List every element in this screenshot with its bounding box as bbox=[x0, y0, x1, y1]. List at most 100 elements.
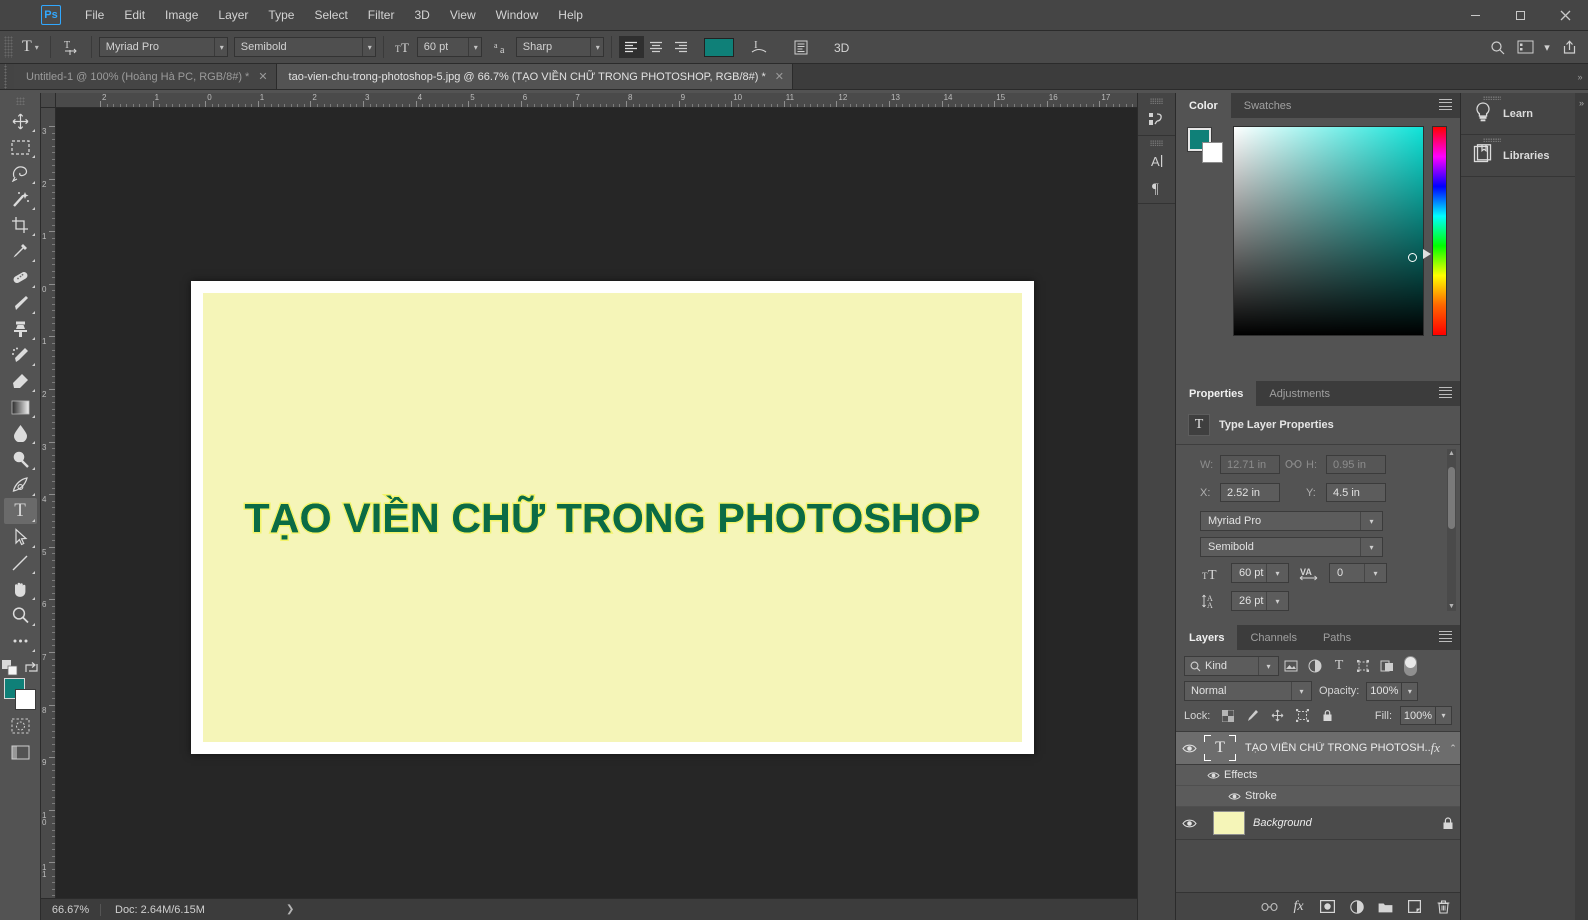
ruler-corner[interactable] bbox=[41, 93, 56, 108]
x-input[interactable]: 2.52 in bbox=[1220, 483, 1280, 502]
layers-list[interactable]: T TẠO VIỀN CHỮ TRONG PHOTOSH... fx ⌃ Eff… bbox=[1176, 732, 1460, 892]
filter-smart-object-icon[interactable] bbox=[1375, 656, 1399, 676]
menu-layer[interactable]: Layer bbox=[208, 3, 258, 27]
horizontal-type-tool[interactable]: T bbox=[3, 498, 37, 524]
foreground-background-colors[interactable] bbox=[4, 678, 36, 710]
scrollbar-thumb[interactable] bbox=[1448, 467, 1455, 529]
history-brush-tool[interactable] bbox=[4, 342, 37, 368]
spot-healing-brush-tool[interactable] bbox=[4, 264, 37, 290]
tab-overflow-icon[interactable]: » bbox=[1572, 64, 1588, 89]
lock-all-icon[interactable] bbox=[1318, 707, 1337, 725]
link-icon[interactable] bbox=[1280, 458, 1306, 472]
filter-type-icon[interactable]: T bbox=[1327, 656, 1351, 676]
dock-grip[interactable] bbox=[1483, 96, 1501, 100]
layer-filter-kind-combo[interactable]: Kind ▾ bbox=[1184, 656, 1279, 676]
menu-filter[interactable]: Filter bbox=[358, 3, 405, 27]
swap-colors-icon[interactable] bbox=[24, 661, 39, 675]
delete-layer-icon[interactable] bbox=[1435, 898, 1452, 916]
filter-adjustment-icon[interactable] bbox=[1303, 656, 1327, 676]
document-tab-tao-vien-chu[interactable]: tao-vien-chu-trong-photoshop-5.jpg @ 66.… bbox=[276, 64, 794, 89]
layer-stroke-row[interactable]: Stroke bbox=[1176, 786, 1460, 807]
zoom-tool[interactable] bbox=[4, 602, 37, 628]
document-tab-untitled-1[interactable]: Untitled-1 @ 100% (Hoàng Hà PC, RGB/8#) … bbox=[14, 64, 277, 89]
zoom-level[interactable]: 66.67% bbox=[41, 903, 101, 916]
active-tool-preset[interactable]: T ▾ bbox=[18, 36, 43, 58]
vertical-ruler[interactable]: 32101234567891011121 bbox=[41, 108, 56, 898]
clone-stamp-tool[interactable] bbox=[4, 316, 37, 342]
document-window[interactable]: TẠO VIỀN CHỮ TRONG PHOTOSHOP TẠO VIỀN CH… bbox=[191, 281, 1034, 754]
new-fill-adjustment-icon[interactable] bbox=[1348, 898, 1365, 916]
text-color-swatch[interactable] bbox=[703, 37, 734, 57]
blur-tool[interactable] bbox=[4, 420, 37, 446]
properties-leading-combo[interactable]: 26 pt ▾ bbox=[1231, 591, 1289, 611]
screen-mode-button[interactable] bbox=[9, 742, 31, 762]
color-picker-field[interactable] bbox=[1233, 126, 1424, 336]
dock-item-learn[interactable]: Learn bbox=[1461, 93, 1575, 135]
chevron-down-icon[interactable]: ▾ bbox=[1436, 706, 1452, 725]
properties-font-family-combo[interactable]: Myriad Pro ▾ bbox=[1200, 511, 1383, 531]
filter-pixel-icon[interactable] bbox=[1279, 656, 1303, 676]
layer-thumbnail[interactable] bbox=[1213, 811, 1245, 835]
lock-icon[interactable] bbox=[1436, 816, 1460, 830]
properties-font-size-combo[interactable]: 60 pt ▾ bbox=[1231, 563, 1289, 583]
dock-item-libraries[interactable]: Libraries bbox=[1461, 135, 1575, 177]
height-input[interactable]: 0.95 in bbox=[1326, 455, 1386, 474]
scroll-up-icon[interactable]: ▲ bbox=[1447, 449, 1456, 458]
add-layer-style-icon[interactable]: fx bbox=[1290, 898, 1307, 916]
lasso-tool[interactable] bbox=[4, 160, 37, 186]
lock-transparent-icon[interactable] bbox=[1218, 707, 1237, 725]
menu-edit[interactable]: Edit bbox=[114, 3, 155, 27]
panel-menu-icon[interactable] bbox=[1439, 631, 1452, 642]
status-expand-icon[interactable]: ❯ bbox=[286, 904, 294, 915]
move-tool[interactable] bbox=[4, 108, 37, 134]
dodge-tool[interactable] bbox=[4, 446, 37, 472]
tab-adjustments[interactable]: Adjustments bbox=[1256, 381, 1343, 406]
tab-properties[interactable]: Properties bbox=[1176, 381, 1257, 406]
chevron-down-icon[interactable]: ▾ bbox=[1540, 35, 1554, 59]
toolbox-grip[interactable] bbox=[15, 97, 25, 105]
scroll-down-icon[interactable]: ▼ bbox=[1447, 602, 1456, 611]
hue-slider-marker[interactable] bbox=[1423, 249, 1431, 259]
chevron-down-icon[interactable]: ▾ bbox=[1402, 681, 1419, 701]
y-input[interactable]: 4.5 in bbox=[1326, 483, 1386, 502]
align-left-button[interactable] bbox=[618, 36, 644, 58]
antialias-combo[interactable]: Sharp ▾ bbox=[515, 37, 604, 57]
share-icon[interactable] bbox=[1556, 35, 1582, 59]
close-icon[interactable]: ✕ bbox=[258, 70, 267, 83]
canvas-area[interactable]: TẠO VIỀN CHỮ TRONG PHOTOSHOP TẠO VIỀN CH… bbox=[56, 108, 1137, 898]
layer-row[interactable]: T TẠO VIỀN CHỮ TRONG PHOTOSH... fx ⌃ bbox=[1176, 732, 1460, 765]
tab-paths[interactable]: Paths bbox=[1309, 625, 1365, 650]
fill-input[interactable]: 100% bbox=[1400, 706, 1436, 725]
options-bar-grip[interactable] bbox=[4, 36, 13, 58]
character-panel-icon[interactable]: A bbox=[1142, 148, 1172, 174]
background-color-swatch[interactable] bbox=[15, 689, 36, 710]
minimize-button[interactable] bbox=[1453, 0, 1498, 31]
warp-text-icon[interactable]: I bbox=[746, 35, 772, 59]
layer-name[interactable]: TẠO VIỀN CHỮ TRONG PHOTOSH... bbox=[1237, 742, 1431, 754]
tab-bar-grip[interactable] bbox=[0, 64, 14, 89]
chevron-up-icon[interactable]: ⌃ bbox=[1446, 743, 1460, 754]
rail-grip[interactable] bbox=[1150, 98, 1163, 104]
close-icon[interactable]: ✕ bbox=[775, 70, 784, 83]
filter-toggle-switch[interactable] bbox=[1404, 656, 1417, 676]
hue-slider[interactable] bbox=[1423, 126, 1447, 336]
new-group-icon[interactable] bbox=[1377, 898, 1394, 916]
lock-position-icon[interactable] bbox=[1268, 707, 1287, 725]
3d-button[interactable]: 3D bbox=[830, 35, 856, 59]
eraser-tool[interactable] bbox=[4, 368, 37, 394]
tab-channels[interactable]: Channels bbox=[1237, 625, 1310, 650]
character-panel-icon[interactable] bbox=[788, 35, 814, 59]
document-canvas[interactable]: TẠO VIỀN CHỮ TRONG PHOTOSHOP TẠO VIỀN CH… bbox=[203, 293, 1022, 742]
rail-grip[interactable] bbox=[1150, 140, 1163, 146]
filter-shape-icon[interactable] bbox=[1351, 656, 1375, 676]
pen-tool[interactable] bbox=[4, 472, 37, 498]
paragraph-panel-icon[interactable]: ¶ bbox=[1142, 174, 1172, 200]
chevron-double-right-icon[interactable]: » bbox=[1579, 98, 1584, 920]
menu-type[interactable]: Type bbox=[258, 3, 304, 27]
align-center-button[interactable] bbox=[644, 36, 669, 58]
magic-wand-tool[interactable] bbox=[4, 186, 37, 212]
horizontal-ruler[interactable]: 2101234567891011121314151617181920 bbox=[56, 93, 1137, 108]
maximize-button[interactable] bbox=[1498, 0, 1543, 31]
align-right-button[interactable] bbox=[669, 36, 694, 58]
collapse-panels-rail[interactable]: » bbox=[1575, 93, 1588, 920]
